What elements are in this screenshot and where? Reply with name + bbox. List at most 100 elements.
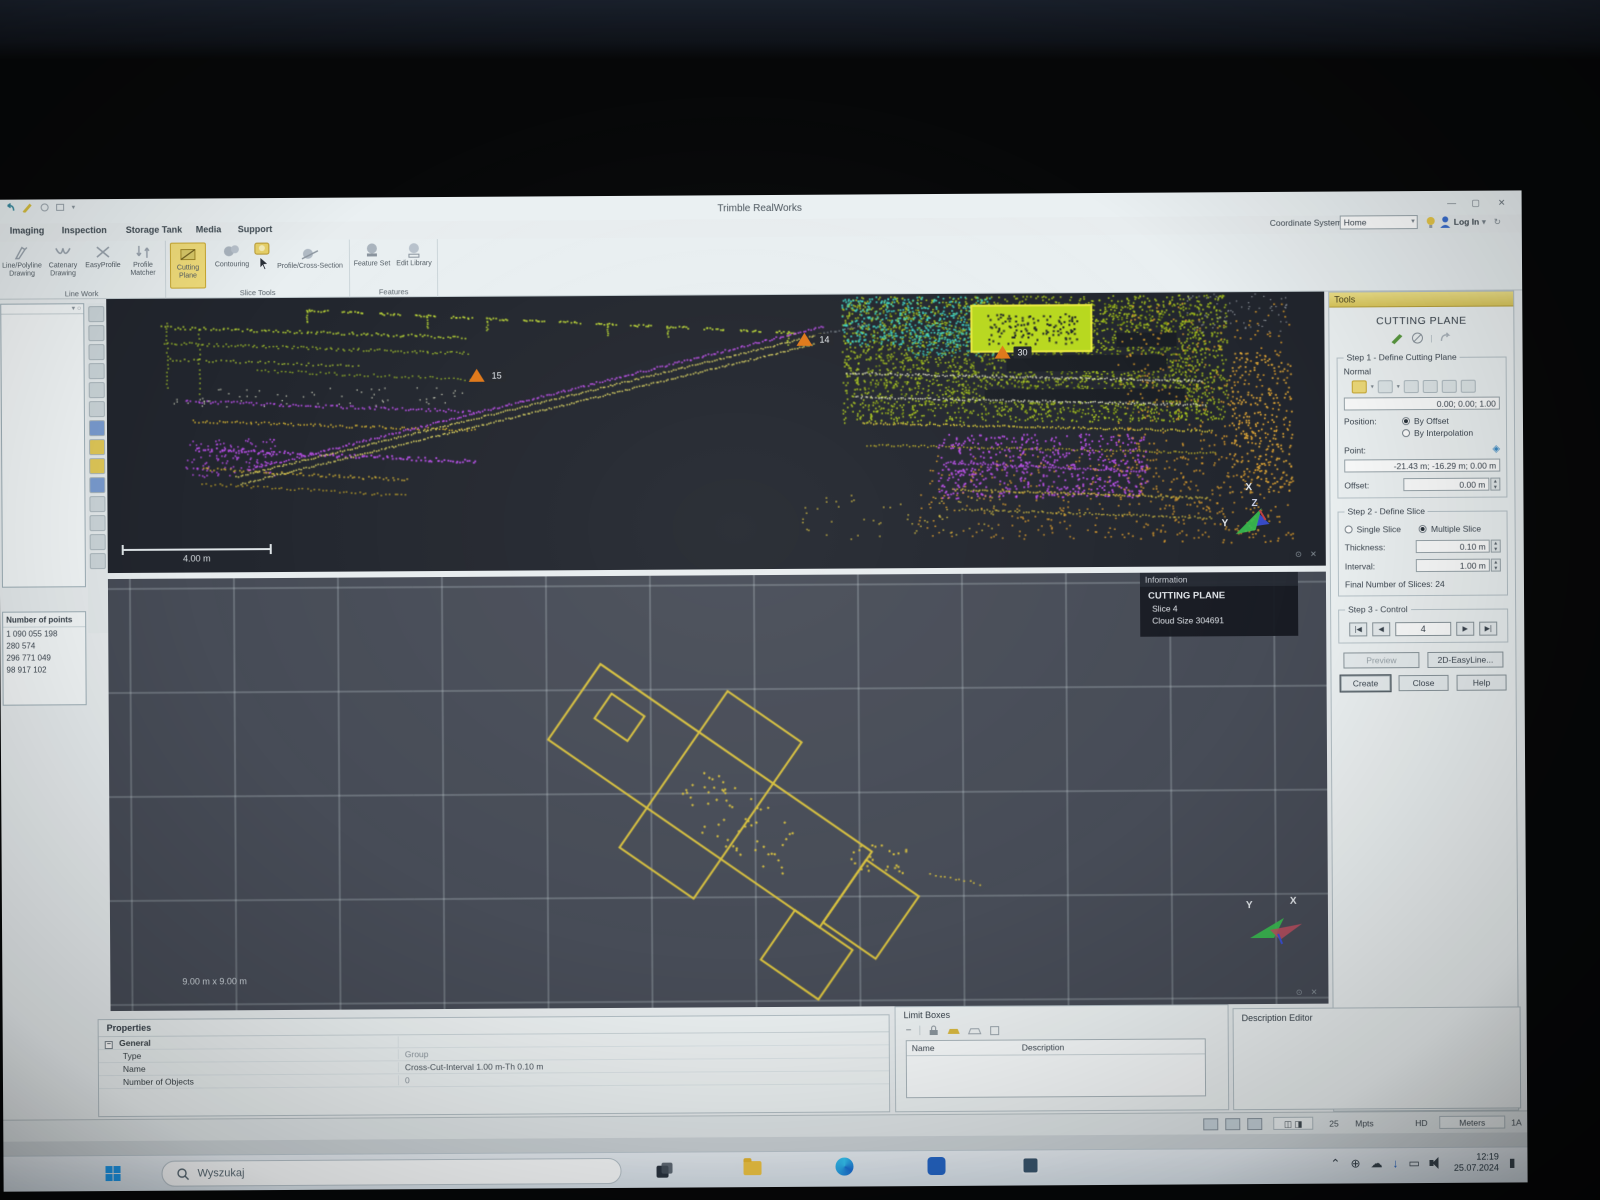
previous-slice-button[interactable]: ◀ — [1372, 622, 1390, 636]
viewport-3d-controls[interactable]: ⊙ ✕ — [1295, 550, 1320, 559]
view-tool-icon[interactable] — [89, 477, 105, 493]
normal-screen-icon[interactable] — [1442, 380, 1457, 393]
by-offset-label[interactable]: By Offset — [1414, 416, 1449, 426]
help-button[interactable]: Help — [1457, 675, 1507, 691]
close-panel-button[interactable]: Close — [1399, 675, 1449, 691]
view-tool-icon[interactable] — [90, 553, 106, 569]
ribbon-cutting-plane[interactable]: Cutting Plane — [170, 242, 206, 288]
column-name[interactable]: Name — [907, 1041, 1017, 1056]
limit-boxes-table[interactable]: Name Description — [906, 1038, 1206, 1098]
new-box-icon[interactable] — [947, 1025, 961, 1036]
store-app-icon[interactable] — [927, 1157, 945, 1175]
view-tool-icon[interactable] — [90, 534, 106, 550]
point-input[interactable] — [1344, 459, 1500, 473]
ribbon-profile-matcher[interactable]: Profile Matcher — [124, 243, 162, 278]
view-tool-icon[interactable] — [88, 325, 104, 341]
ribbon-line-polyline-drawing[interactable]: Line/Polyline Drawing — [2, 243, 42, 278]
offset-spinner[interactable]: ▲▼ — [1490, 478, 1500, 491]
bulb-icon[interactable] — [1426, 216, 1436, 229]
points-value[interactable]: 98 917 102 — [3, 663, 85, 676]
point-pick-icon[interactable]: ◈ — [1492, 444, 1500, 455]
normal-fit-icon[interactable] — [1404, 380, 1419, 393]
edge-browser-icon[interactable] — [835, 1158, 853, 1176]
viewport-3d[interactable]: 15 14 30 4.00 m X Z Y — [106, 292, 1326, 573]
view-tool-icon[interactable] — [89, 382, 105, 398]
tray-expand-icon[interactable]: ⌃ — [1330, 1157, 1340, 1171]
login-button[interactable]: Log In — [1454, 217, 1480, 227]
first-slice-button[interactable]: |◀ — [1349, 622, 1367, 636]
view-tool-icon[interactable] — [89, 363, 105, 379]
by-offset-radio[interactable] — [1402, 417, 1410, 425]
close-button[interactable]: ✕ — [1494, 196, 1510, 208]
normal-axis-icon[interactable] — [1352, 380, 1367, 393]
speaker-icon[interactable] — [1430, 1157, 1444, 1169]
display-icon[interactable]: ▭ — [1408, 1156, 1419, 1170]
points-value[interactable]: 296 771 049 — [3, 651, 85, 664]
by-interpolation-label[interactable]: By Interpolation — [1414, 428, 1473, 438]
help-sync-icon[interactable]: ↻ — [1494, 217, 1501, 228]
chevron-down-icon[interactable]: ▾ — [1397, 383, 1400, 390]
tab-imaging[interactable]: Imaging — [10, 225, 45, 235]
multiple-slice-label[interactable]: Multiple Slice — [1431, 524, 1481, 534]
tab-support[interactable]: Support — [238, 224, 273, 234]
view-tool-icon[interactable] — [89, 401, 105, 417]
tab-media[interactable]: Media — [196, 224, 222, 234]
normal-pick-icon[interactable] — [1423, 380, 1438, 393]
points-value[interactable]: 1 090 055 198 — [3, 627, 85, 640]
notification-icon[interactable]: ▮ — [1509, 1155, 1516, 1169]
thickness-input[interactable] — [1416, 540, 1490, 553]
view-tool-icon[interactable] — [89, 496, 105, 512]
network-icon[interactable]: ⊕ — [1350, 1156, 1360, 1170]
layout-split-icon[interactable] — [1225, 1118, 1240, 1130]
ribbon-feature-set[interactable]: Feature Set — [353, 241, 391, 268]
box-cube-icon[interactable] — [989, 1025, 1001, 1036]
cloud-icon[interactable]: ☁ — [1370, 1156, 1382, 1170]
scan-marker-14[interactable]: 14 — [796, 333, 833, 346]
by-interpolation-radio[interactable] — [1402, 429, 1410, 437]
status-units[interactable]: Meters — [1439, 1116, 1505, 1129]
taskbar-search[interactable]: Wyszukaj — [161, 1158, 621, 1187]
single-slice-radio[interactable] — [1345, 525, 1353, 533]
normal-plane-icon[interactable] — [1378, 380, 1393, 393]
remove-icon[interactable]: − — [906, 1025, 912, 1036]
view-tool-icon[interactable] — [89, 439, 105, 455]
ribbon-catenary-drawing[interactable]: Catenary Drawing — [44, 243, 82, 278]
coordinate-system-select[interactable]: Home ▾ — [1340, 215, 1418, 229]
ribbon-contouring[interactable]: Contouring — [210, 242, 254, 269]
preview-button[interactable]: Preview — [1343, 652, 1419, 668]
maximize-button[interactable]: ▢ — [1468, 197, 1484, 209]
interval-input[interactable] — [1416, 559, 1490, 572]
pin-icon[interactable]: ▾ ○ — [72, 304, 82, 312]
collapse-icon[interactable]: − — [105, 1041, 113, 1049]
offset-input[interactable] — [1403, 478, 1489, 492]
scan-marker-30[interactable]: 30 — [994, 345, 1031, 358]
lock-icon[interactable] — [928, 1025, 940, 1036]
layout-single-icon[interactable] — [1203, 1118, 1218, 1130]
tab-storage-tank[interactable]: Storage Tank — [126, 225, 182, 235]
tab-inspection[interactable]: Inspection — [62, 225, 107, 235]
view-tool-icon[interactable] — [89, 420, 105, 436]
view-tool-icon[interactable] — [88, 344, 104, 360]
current-slice-field[interactable]: 4 — [1395, 622, 1451, 636]
download-icon[interactable]: ↓ — [1392, 1156, 1398, 1170]
points-value[interactable]: 280 574 — [3, 639, 85, 652]
view-tool-icon[interactable] — [89, 458, 105, 474]
ribbon-profile-cross-section[interactable]: Profile/Cross-Section — [274, 246, 346, 271]
properties-group-general[interactable]: − General — [99, 1036, 399, 1049]
easyline-button[interactable]: 2D-EasyLine... — [1427, 652, 1503, 668]
interval-spinner[interactable]: ▲▼ — [1491, 559, 1501, 572]
viewport-2d-controls[interactable]: ⊙ ✕ — [1296, 988, 1321, 997]
start-button[interactable] — [105, 1166, 120, 1181]
view-tool-icon[interactable] — [90, 515, 106, 531]
thickness-spinner[interactable]: ▲▼ — [1491, 540, 1501, 553]
normal-vector-input[interactable] — [1344, 397, 1500, 411]
next-slice-button[interactable]: ▶ — [1456, 622, 1474, 636]
scan-marker-15[interactable]: 15 — [469, 369, 506, 382]
contouring-option-icon[interactable] — [254, 242, 270, 256]
single-slice-label[interactable]: Single Slice — [1357, 524, 1401, 534]
login-chevron-icon[interactable]: ▾ — [1482, 217, 1486, 228]
ribbon-edit-library[interactable]: Edit Library — [395, 241, 433, 268]
taskbar-clock[interactable]: 12:19 25.07.2024 — [1454, 1152, 1499, 1174]
viewport-2d[interactable]: 9.00 m x 9.00 m Y X ⊙ ✕ — [108, 572, 1329, 1011]
edit-plane-icon[interactable] — [1390, 332, 1404, 344]
